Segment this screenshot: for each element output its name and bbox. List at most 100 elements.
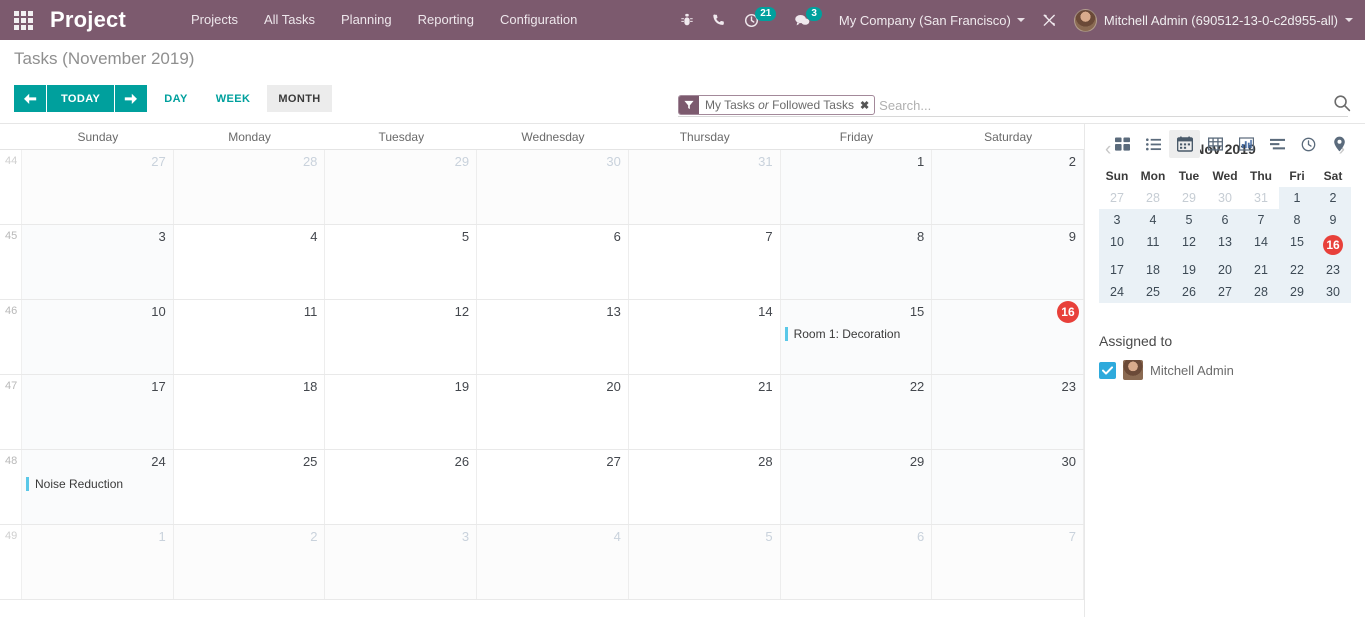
mini-day-cell[interactable]: 3 bbox=[1099, 209, 1135, 231]
calendar-day-cell[interactable]: 22 bbox=[780, 375, 933, 449]
calendar-day-cell[interactable]: 16 bbox=[932, 300, 1084, 374]
calendar-day-cell[interactable]: 29 bbox=[325, 150, 478, 224]
calendar-day-cell[interactable]: 9 bbox=[932, 225, 1084, 299]
search-input[interactable] bbox=[879, 97, 1348, 113]
calendar-day-cell[interactable]: 25 bbox=[174, 450, 326, 524]
mini-today-cell[interactable]: 16 bbox=[1315, 231, 1351, 259]
pivot-view-icon[interactable] bbox=[1200, 130, 1231, 158]
calendar-day-cell[interactable]: 17 bbox=[22, 375, 174, 449]
mini-day-cell[interactable]: 30 bbox=[1207, 187, 1243, 209]
scale-week-button[interactable]: WEEK bbox=[205, 85, 262, 112]
menu-planning[interactable]: Planning bbox=[328, 0, 405, 40]
mini-day-cell[interactable]: 29 bbox=[1279, 281, 1315, 303]
calendar-day-cell[interactable]: 14 bbox=[629, 300, 781, 374]
menu-reporting[interactable]: Reporting bbox=[405, 0, 487, 40]
mini-day-cell[interactable]: 8 bbox=[1279, 209, 1315, 231]
mini-day-cell[interactable]: 12 bbox=[1171, 231, 1207, 259]
mini-day-cell[interactable]: 4 bbox=[1135, 209, 1171, 231]
mini-day-cell[interactable]: 6 bbox=[1207, 209, 1243, 231]
mini-day-cell[interactable]: 11 bbox=[1135, 231, 1171, 259]
today-button[interactable]: TODAY bbox=[47, 85, 115, 112]
mini-day-cell[interactable]: 15 bbox=[1279, 231, 1315, 259]
calendar-day-cell[interactable]: 28 bbox=[173, 150, 326, 224]
menu-projects[interactable]: Projects bbox=[178, 0, 251, 40]
checkbox-checked-icon[interactable] bbox=[1099, 361, 1116, 379]
calendar-day-cell[interactable]: 30 bbox=[477, 150, 629, 224]
search-icon[interactable] bbox=[1333, 94, 1351, 117]
calendar-day-cell[interactable]: 15 Room 1: Decoration bbox=[780, 300, 933, 374]
mini-day-cell[interactable]: 27 bbox=[1207, 281, 1243, 303]
calendar-day-cell[interactable]: 31 bbox=[628, 150, 781, 224]
mini-day-cell[interactable]: 22 bbox=[1279, 259, 1315, 281]
calendar-day-cell[interactable]: 28 bbox=[629, 450, 781, 524]
calendar-view-icon[interactable] bbox=[1169, 130, 1200, 158]
list-view-icon[interactable] bbox=[1138, 130, 1169, 158]
clock-activities-icon[interactable]: 21 bbox=[735, 0, 785, 40]
menu-all-tasks[interactable]: All Tasks bbox=[251, 0, 328, 40]
calendar-day-cell[interactable]: 4 bbox=[477, 525, 629, 599]
company-switcher[interactable]: My Company (San Francisco) bbox=[831, 13, 1033, 28]
calendar-day-cell[interactable]: 26 bbox=[325, 450, 478, 524]
mini-day-cell[interactable]: 31 bbox=[1243, 187, 1279, 209]
calendar-day-cell[interactable]: 19 bbox=[325, 375, 478, 449]
mini-day-cell[interactable]: 26 bbox=[1171, 281, 1207, 303]
close-icon[interactable]: ✖ bbox=[858, 99, 874, 112]
scale-day-button[interactable]: DAY bbox=[153, 85, 198, 112]
mini-day-cell[interactable]: 28 bbox=[1135, 187, 1171, 209]
mini-day-cell[interactable]: 23 bbox=[1315, 259, 1351, 281]
mini-day-cell[interactable]: 9 bbox=[1315, 209, 1351, 231]
calendar-event[interactable]: Noise Reduction bbox=[26, 476, 169, 492]
calendar-day-cell[interactable]: 27 bbox=[22, 150, 174, 224]
mini-day-cell[interactable]: 1 bbox=[1279, 187, 1315, 209]
calendar-day-cell[interactable]: 27 bbox=[477, 450, 629, 524]
calendar-day-cell[interactable]: 8 bbox=[780, 225, 933, 299]
calendar-day-cell[interactable]: 11 bbox=[174, 300, 326, 374]
mini-day-cell[interactable]: 5 bbox=[1171, 209, 1207, 231]
mini-day-cell[interactable]: 14 bbox=[1243, 231, 1279, 259]
activity-view-icon[interactable] bbox=[1293, 130, 1324, 158]
calendar-day-cell[interactable]: 3 bbox=[325, 525, 478, 599]
mini-day-cell[interactable]: 7 bbox=[1243, 209, 1279, 231]
scale-month-button[interactable]: MONTH bbox=[267, 85, 332, 112]
mini-day-cell[interactable]: 25 bbox=[1135, 281, 1171, 303]
user-menu[interactable]: Mitchell Admin (690512-13-0-c2d955-all) bbox=[1066, 8, 1365, 32]
calendar-day-cell[interactable]: 1 bbox=[780, 150, 933, 224]
calendar-day-cell[interactable]: 20 bbox=[477, 375, 629, 449]
search-facet-my-tasks-or-followed-tasks[interactable]: My Tasks or Followed Tasks ✖ bbox=[678, 95, 876, 115]
mini-day-cell[interactable]: 18 bbox=[1135, 259, 1171, 281]
mini-day-cell[interactable]: 19 bbox=[1171, 259, 1207, 281]
calendar-day-cell[interactable]: 5 bbox=[325, 225, 478, 299]
calendar-day-cell[interactable]: 23 bbox=[932, 375, 1084, 449]
phone-icon[interactable] bbox=[703, 0, 735, 40]
calendar-day-cell[interactable]: 24 Noise Reduction bbox=[22, 450, 174, 524]
calendar-day-cell[interactable]: 1 bbox=[22, 525, 174, 599]
graph-view-icon[interactable] bbox=[1231, 130, 1262, 158]
calendar-day-cell[interactable]: 29 bbox=[780, 450, 933, 524]
bug-icon[interactable] bbox=[671, 0, 703, 40]
calendar-day-cell[interactable]: 2 bbox=[173, 525, 326, 599]
calendar-day-cell[interactable]: 30 bbox=[932, 450, 1084, 524]
messages-icon[interactable]: 3 bbox=[785, 0, 831, 40]
assignee-filter-item[interactable]: Mitchell Admin bbox=[1099, 360, 1351, 380]
calendar-event[interactable]: Room 1: Decoration bbox=[784, 326, 928, 342]
calendar-day-cell[interactable]: 12 bbox=[325, 300, 478, 374]
mini-day-cell[interactable]: 13 bbox=[1207, 231, 1243, 259]
menu-configuration[interactable]: Configuration bbox=[487, 0, 590, 40]
calendar-day-cell[interactable]: 3 bbox=[22, 225, 174, 299]
calendar-day-cell[interactable]: 6 bbox=[780, 525, 933, 599]
mini-day-cell[interactable]: 30 bbox=[1315, 281, 1351, 303]
calendar-day-cell[interactable]: 2 bbox=[932, 150, 1084, 224]
calendar-day-cell[interactable]: 21 bbox=[629, 375, 781, 449]
apps-grid-icon[interactable] bbox=[0, 0, 46, 40]
map-view-icon[interactable] bbox=[1324, 130, 1355, 158]
kanban-view-icon[interactable] bbox=[1107, 130, 1138, 158]
wrench-screwdriver-icon[interactable] bbox=[1033, 0, 1066, 40]
calendar-day-cell[interactable]: 4 bbox=[174, 225, 326, 299]
calendar-day-cell[interactable]: 18 bbox=[174, 375, 326, 449]
next-period-button[interactable] bbox=[115, 85, 148, 112]
mini-day-cell[interactable]: 10 bbox=[1099, 231, 1135, 259]
mini-day-cell[interactable]: 24 bbox=[1099, 281, 1135, 303]
mini-day-cell[interactable]: 17 bbox=[1099, 259, 1135, 281]
calendar-day-cell[interactable]: 7 bbox=[932, 525, 1084, 599]
calendar-day-cell[interactable]: 10 bbox=[22, 300, 174, 374]
